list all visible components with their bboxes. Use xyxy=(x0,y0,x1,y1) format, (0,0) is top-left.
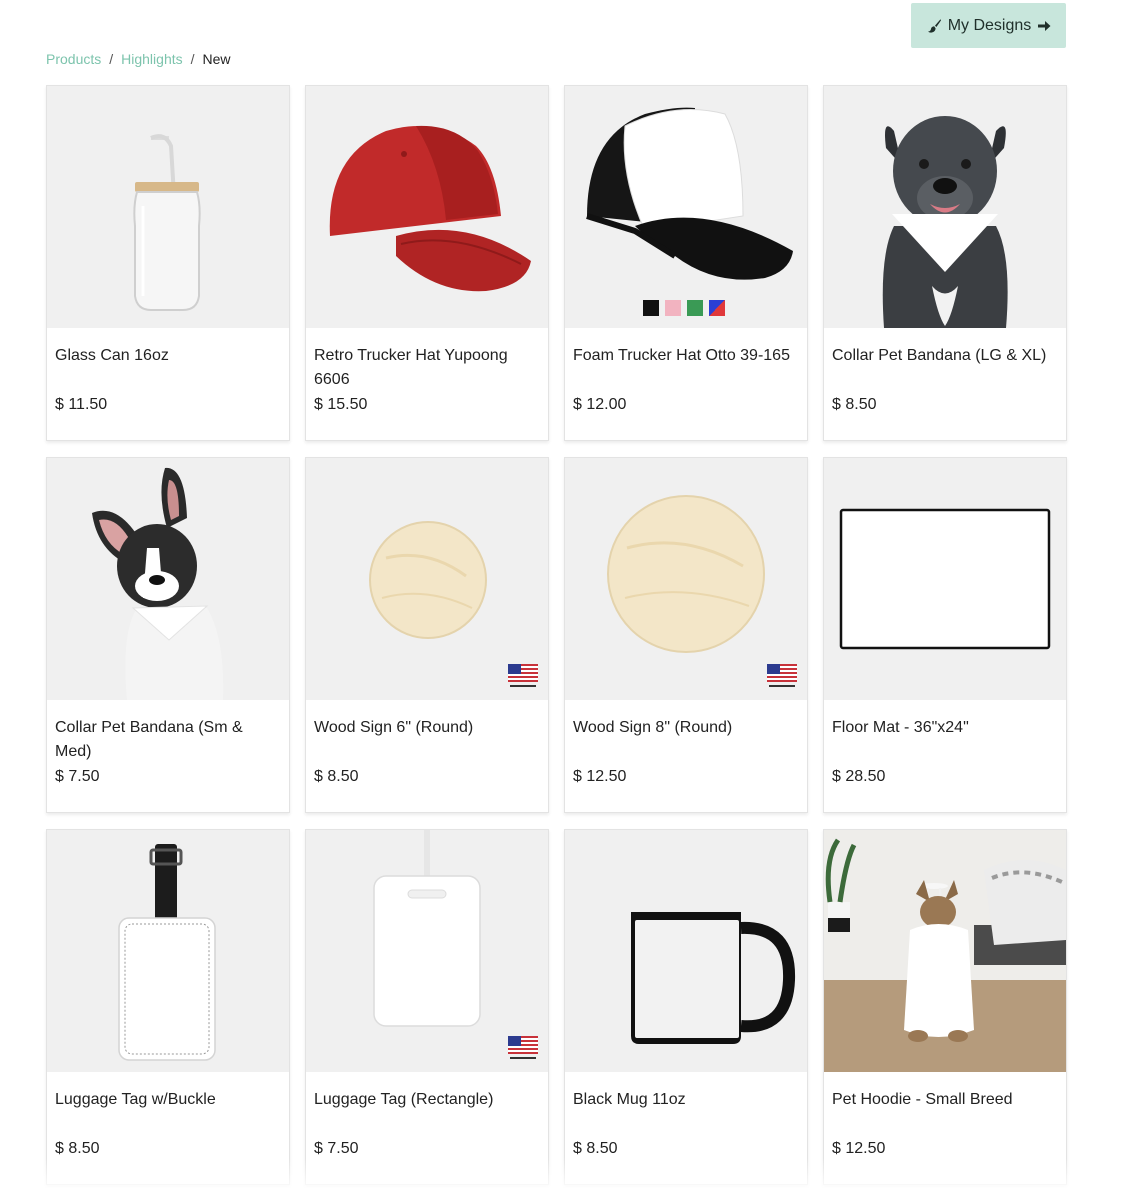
product-price: $ 12.50 xyxy=(573,768,627,785)
breadcrumb-highlights[interactable]: Highlights xyxy=(121,51,182,67)
product-price: $ 7.50 xyxy=(314,1140,359,1157)
product-price: $ 11.50 xyxy=(55,396,108,413)
my-designs-label: My Designs xyxy=(947,16,1032,34)
product-card[interactable]: Wood Sign 6" (Round) $ 8.50 xyxy=(305,457,549,813)
breadcrumb: Products / Highlights / New xyxy=(46,51,231,67)
product-price: $ 7.50 xyxy=(55,768,100,785)
color-swatches xyxy=(643,300,725,316)
swatch-black[interactable] xyxy=(643,300,659,316)
product-image-foam-trucker-hat xyxy=(565,86,807,328)
product-card[interactable]: Wood Sign 8" (Round) $ 12.50 xyxy=(564,457,808,813)
product-title[interactable]: Luggage Tag w/Buckle xyxy=(55,1088,281,1112)
swatch-green[interactable] xyxy=(687,300,703,316)
product-title[interactable]: Collar Pet Bandana (Sm & Med) xyxy=(55,716,281,764)
top-bar: My Designs xyxy=(0,0,1126,50)
product-image-red-trucker-hat xyxy=(306,86,548,328)
made-in-usa-flag-icon xyxy=(508,1036,538,1062)
made-in-usa-flag-icon xyxy=(767,664,797,690)
product-card[interactable]: Pet Hoodie - Small Breed $ 12.50 xyxy=(823,829,1067,1185)
product-image-dog-bandana-small xyxy=(47,458,289,700)
paintbrush-icon xyxy=(926,18,942,34)
product-image-black-mug xyxy=(565,830,807,1072)
product-price: $ 8.50 xyxy=(832,396,877,413)
swatch-blue-red[interactable] xyxy=(709,300,725,316)
breadcrumb-current: New xyxy=(202,51,231,67)
made-in-usa-flag-icon xyxy=(508,664,538,690)
product-title[interactable]: Floor Mat - 36"x24" xyxy=(832,716,1058,740)
product-image-glass-can xyxy=(47,86,289,328)
product-price: $ 8.50 xyxy=(55,1140,100,1157)
arrow-right-icon xyxy=(1037,19,1051,33)
my-designs-button[interactable]: My Designs xyxy=(911,3,1066,48)
product-price: $ 8.50 xyxy=(314,768,359,785)
product-price: $ 12.00 xyxy=(573,396,627,413)
product-card[interactable]: Black Mug 11oz $ 8.50 xyxy=(564,829,808,1185)
product-image-wood-sign-round xyxy=(306,458,548,700)
product-title[interactable]: Wood Sign 6" (Round) xyxy=(314,716,540,740)
product-card[interactable]: Luggage Tag w/Buckle $ 8.50 xyxy=(46,829,290,1185)
product-grid: Glass Can 16oz $ 11.50 Retro Trucker Hat… xyxy=(46,85,1067,1185)
product-price: $ 8.50 xyxy=(573,1140,618,1157)
product-card[interactable]: Foam Trucker Hat Otto 39-165 $ 12.00 xyxy=(564,85,808,441)
product-card[interactable]: Glass Can 16oz $ 11.50 xyxy=(46,85,290,441)
product-image-floor-mat xyxy=(824,458,1066,700)
product-title[interactable]: Glass Can 16oz xyxy=(55,344,281,368)
product-title[interactable]: Black Mug 11oz xyxy=(573,1088,799,1112)
product-title[interactable]: Foam Trucker Hat Otto 39-165 xyxy=(573,344,799,368)
product-card[interactable]: Collar Pet Bandana (Sm & Med) $ 7.50 xyxy=(46,457,290,813)
product-image-pet-hoodie xyxy=(824,830,1066,1072)
product-card[interactable]: Floor Mat - 36"x24" $ 28.50 xyxy=(823,457,1067,813)
breadcrumb-separator: / xyxy=(109,51,114,67)
product-title[interactable]: Wood Sign 8" (Round) xyxy=(573,716,799,740)
product-image-luggage-tag-rect xyxy=(306,830,548,1072)
product-price: $ 12.50 xyxy=(832,1140,886,1157)
product-price: $ 28.50 xyxy=(832,768,886,785)
product-image-luggage-tag-buckle xyxy=(47,830,289,1072)
product-title[interactable]: Retro Trucker Hat Yupoong 6606 xyxy=(314,344,540,392)
product-title[interactable]: Collar Pet Bandana (LG & XL) xyxy=(832,344,1058,368)
product-card[interactable]: Retro Trucker Hat Yupoong 6606 $ 15.50 xyxy=(305,85,549,441)
product-card[interactable]: Collar Pet Bandana (LG & XL) $ 8.50 xyxy=(823,85,1067,441)
product-image-dog-bandana-large xyxy=(824,86,1066,328)
product-price: $ 15.50 xyxy=(314,396,368,413)
breadcrumb-products[interactable]: Products xyxy=(46,51,101,67)
product-card[interactable]: Luggage Tag (Rectangle) $ 7.50 xyxy=(305,829,549,1185)
swatch-pink[interactable] xyxy=(665,300,681,316)
product-title[interactable]: Luggage Tag (Rectangle) xyxy=(314,1088,540,1112)
product-image-wood-sign-round-large xyxy=(565,458,807,700)
breadcrumb-separator: / xyxy=(190,51,195,67)
product-title[interactable]: Pet Hoodie - Small Breed xyxy=(832,1088,1058,1112)
